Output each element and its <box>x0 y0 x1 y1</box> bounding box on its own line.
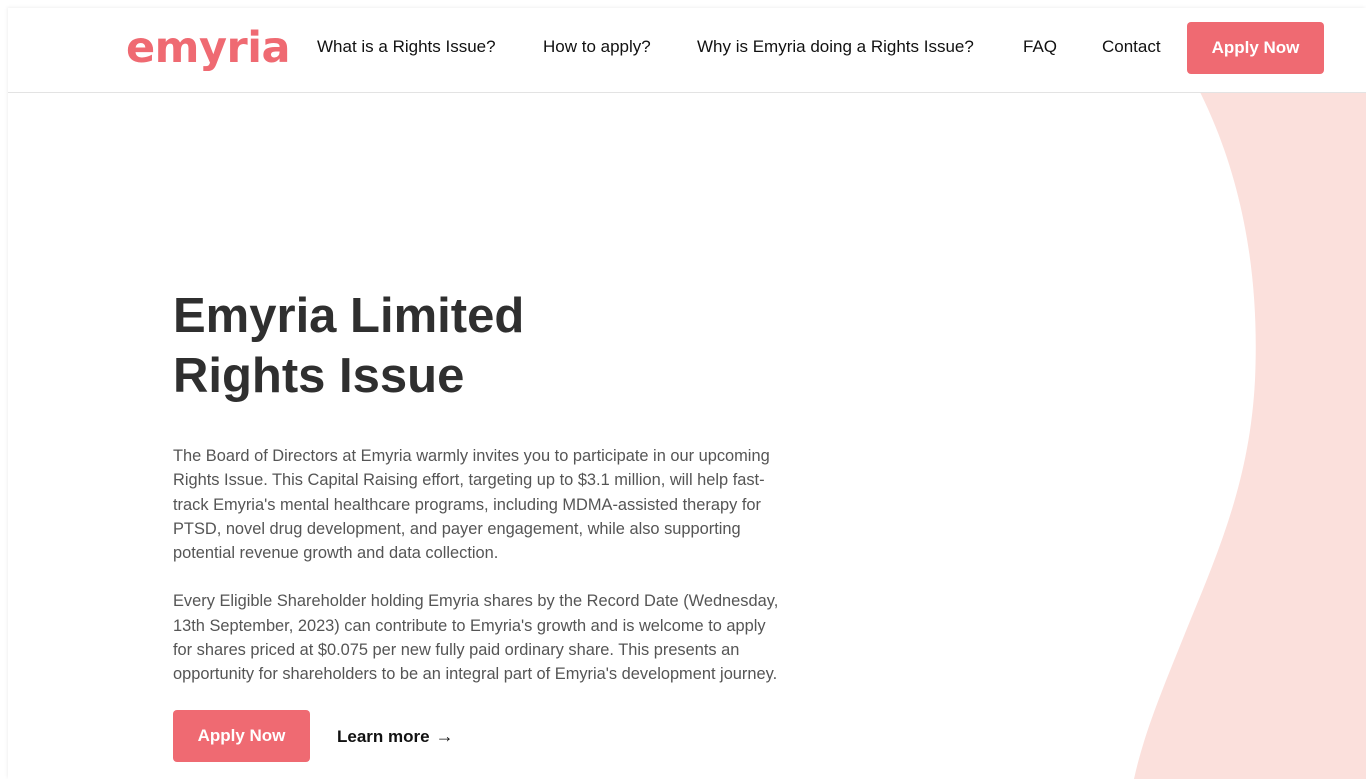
nav-link-faq[interactable]: FAQ <box>1023 36 1057 58</box>
nav-link-contact[interactable]: Contact <box>1102 36 1161 58</box>
hero-title-line-2: Rights Issue <box>173 349 465 403</box>
learn-more-label: Learn more <box>337 726 430 746</box>
hero-actions: Apply Now Learn more → <box>173 709 793 762</box>
hero-section: Emyria Limited Rights Issue The Board of… <box>173 286 793 762</box>
wave-shape <box>1134 92 1366 779</box>
hero-eligibility-paragraph: Every Eligible Shareholder holding Emyri… <box>173 592 779 684</box>
hero-title-line-1: Emyria Limited <box>173 289 525 343</box>
hero-title: Emyria Limited Rights Issue <box>173 286 793 406</box>
main-nav: What is a Rights Issue? How to apply? Wh… <box>8 8 1366 92</box>
header-apply-now-button[interactable]: Apply Now <box>1187 22 1324 74</box>
browser-viewport: emyria What is a Rights Issue? How to ap… <box>8 8 1366 779</box>
arrow-right-icon: → <box>435 725 454 746</box>
nav-link-why-rights-issue[interactable]: Why is Emyria doing a Rights Issue? <box>697 36 974 58</box>
hero-apply-now-button[interactable]: Apply Now <box>173 709 310 762</box>
nav-link-what-is-rights-issue[interactable]: What is a Rights Issue? <box>317 36 496 58</box>
site-header: emyria What is a Rights Issue? How to ap… <box>8 8 1366 93</box>
nav-link-how-to-apply[interactable]: How to apply? <box>543 36 651 58</box>
learn-more-link[interactable]: Learn more → <box>337 710 454 762</box>
hero-intro-paragraph: The Board of Directors at Emyria warmly … <box>173 447 770 563</box>
